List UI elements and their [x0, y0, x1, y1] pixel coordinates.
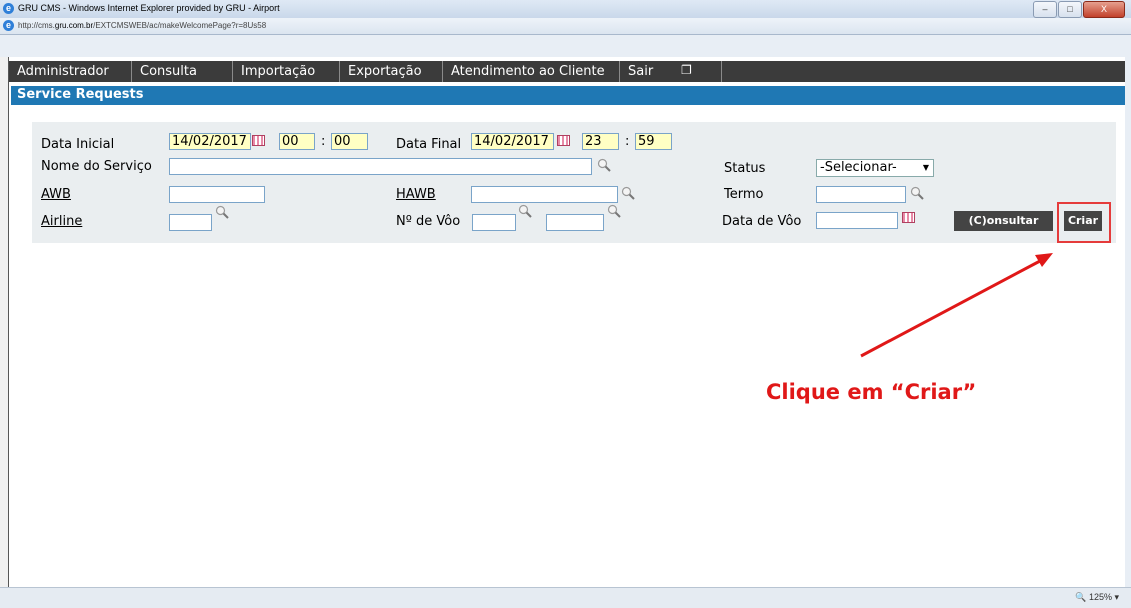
menu-sair[interactable]: Sair: [620, 61, 722, 82]
awb-input[interactable]: [169, 186, 265, 203]
airline-label: Airline: [41, 214, 83, 229]
status-bar: 🔍 125% ▾: [0, 587, 1131, 608]
calendar-icon[interactable]: [557, 135, 570, 146]
min-final-input[interactable]: 59: [635, 133, 672, 150]
data-final-input[interactable]: 14/02/2017: [471, 133, 554, 150]
search-icon[interactable]: [518, 204, 532, 218]
search-icon[interactable]: [621, 186, 635, 200]
window-controls: – □ X: [1032, 1, 1125, 18]
address-bar[interactable]: e http://cms.gru.com.br/EXTCMSWEB/ac/mak…: [0, 18, 1131, 35]
window-title: GRU CMS - Windows Internet Explorer prov…: [18, 3, 280, 13]
hawb-label: HAWB: [396, 187, 436, 202]
annotation-arrow: [860, 253, 1053, 358]
termo-label: Termo: [724, 187, 764, 202]
section-header: Service Requests: [11, 86, 1125, 105]
menu-consulta[interactable]: Consulta: [132, 61, 233, 82]
menu-bar: Administrador Consulta Importação Export…: [9, 61, 1125, 82]
maximize-button[interactable]: □: [1058, 1, 1082, 18]
calendar-icon[interactable]: [252, 135, 265, 146]
annotation-text: Clique em “Criar”: [766, 380, 977, 404]
zoom-value: 125%: [1088, 592, 1112, 602]
num-voo-input[interactable]: [472, 214, 516, 231]
time-separator: :: [321, 134, 326, 149]
menu-exportacao[interactable]: Exportação: [340, 61, 443, 82]
section-title: Service Requests: [17, 87, 144, 102]
zoom-control[interactable]: 🔍 125% ▾: [1075, 592, 1119, 603]
time-separator: :: [625, 134, 630, 149]
calendar-icon[interactable]: [902, 212, 915, 223]
restore-icon[interactable]: ❐: [681, 63, 692, 77]
left-edge: [0, 57, 9, 587]
ie-icon: e: [3, 3, 14, 14]
address-url[interactable]: http://cms.gru.com.br/EXTCMSWEB/ac/makeW…: [18, 21, 266, 30]
search-icon[interactable]: [910, 186, 924, 200]
page-icon: e: [3, 20, 14, 31]
close-button[interactable]: X: [1083, 1, 1125, 18]
chevron-down-icon: ▼: [922, 163, 929, 172]
data-inicial-input[interactable]: 14/02/2017: [169, 133, 251, 150]
criar-highlight-box: [1057, 202, 1111, 243]
nome-servico-label: Nome do Serviço: [41, 159, 152, 174]
window-titlebar: e GRU CMS - Windows Internet Explorer pr…: [0, 0, 1131, 18]
num-voo-label: Nº de Vôo: [396, 214, 461, 229]
status-label: Status: [724, 161, 766, 176]
hora-final-input[interactable]: 23: [582, 133, 619, 150]
termo-input[interactable]: [816, 186, 906, 203]
data-inicial-label: Data Inicial: [41, 137, 115, 152]
search-icon[interactable]: [607, 204, 621, 218]
airline-input[interactable]: [169, 214, 212, 231]
status-value: -Selecionar-: [820, 160, 897, 175]
menu-atendimento[interactable]: Atendimento ao Cliente: [443, 61, 620, 82]
search-icon[interactable]: [597, 158, 611, 172]
num-voo-suffix-input[interactable]: [546, 214, 604, 231]
consultar-button[interactable]: (C)onsultar: [954, 211, 1053, 231]
status-select[interactable]: -Selecionar- ▼: [816, 159, 934, 177]
min-inicial-input[interactable]: 00: [331, 133, 368, 150]
menu-administrador[interactable]: Administrador: [9, 61, 132, 82]
hawb-input[interactable]: [471, 186, 618, 203]
menu-importacao[interactable]: Importação: [233, 61, 340, 82]
data-voo-label: Data de Vôo: [722, 214, 802, 229]
nome-servico-input[interactable]: [169, 158, 592, 175]
search-icon[interactable]: [215, 205, 229, 219]
awb-label: AWB: [41, 187, 71, 202]
data-voo-input[interactable]: [816, 212, 898, 229]
hora-inicial-input[interactable]: 00: [279, 133, 315, 150]
minimize-button[interactable]: –: [1033, 1, 1057, 18]
data-final-label: Data Final: [396, 137, 462, 152]
